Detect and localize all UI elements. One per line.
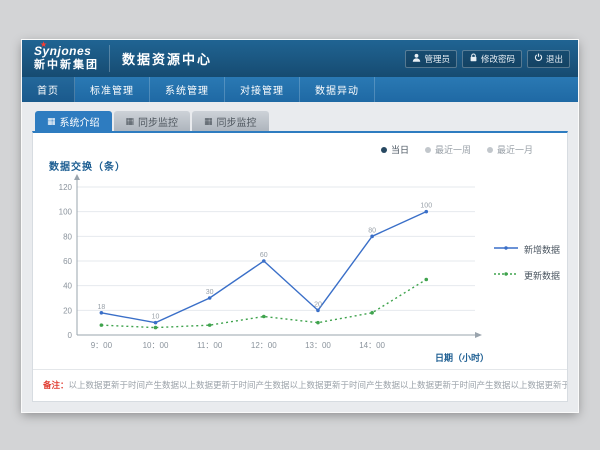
legend-dot-icon — [425, 147, 431, 153]
nav-item-1[interactable]: 标准管理 — [75, 77, 150, 102]
svg-text:80: 80 — [63, 232, 72, 241]
header-button-label: 修改密码 — [481, 53, 515, 65]
line-sample-icon — [493, 270, 519, 280]
line-chart: 0 20 40 60 80 100 120 9：00 10：00 11：00 12：00 13：00 1… — [39, 173, 491, 365]
tab-1[interactable]: ▦同步监控 — [114, 111, 191, 131]
monitor-icon: ▦ — [126, 117, 135, 126]
svg-text:20: 20 — [314, 301, 322, 308]
tab-label: 同步监控 — [217, 114, 257, 129]
series-legend-item-0: 新增数据 — [493, 243, 560, 256]
app-header: Synjones★ 新中新集团 数据资源中心 管理员 修改密码 退出 — [22, 40, 578, 77]
svg-text:9：00: 9：00 — [91, 341, 113, 350]
line-sample-icon — [493, 244, 519, 254]
filter-legend-item-0[interactable]: 当日 — [381, 143, 409, 156]
filter-legend-item-1[interactable]: 最近一周 — [425, 143, 471, 156]
filter-legend-label: 最近一周 — [435, 143, 471, 156]
svg-text:0: 0 — [68, 331, 73, 340]
note-text: 以上数据更新于时间产生数据以上数据更新于时间产生数据以上数据更新于时间产生数据以… — [69, 380, 567, 390]
company-text: 新中新集团 — [34, 59, 99, 72]
series-legend-label: 更新数据 — [524, 269, 560, 282]
nav-item-4[interactable]: 数据异动 — [300, 77, 375, 102]
svg-text:30: 30 — [206, 289, 214, 296]
series-legend: 新增数据更新数据 — [493, 243, 560, 282]
svg-text:14：00: 14：00 — [359, 341, 385, 350]
synjones-logo: Synjones★ 新中新集团 — [30, 45, 110, 71]
series-legend-label: 新增数据 — [524, 243, 560, 256]
logout-icon — [534, 53, 543, 64]
header-actions: 管理员 修改密码 退出 — [405, 50, 570, 68]
svg-text:120: 120 — [59, 183, 73, 192]
chart-row: 0 20 40 60 80 100 120 9：00 10：00 11：00 12：00 13：00 1… — [33, 173, 567, 365]
star-icon: ★ — [40, 40, 48, 49]
nav-item-2[interactable]: 系统管理 — [150, 77, 225, 102]
svg-text:10：00: 10：00 — [143, 341, 169, 350]
header-button-2[interactable]: 退出 — [527, 50, 570, 68]
page-title: 数据资源中心 — [122, 49, 212, 68]
svg-text:11：00: 11：00 — [197, 341, 223, 350]
svg-text:40: 40 — [63, 282, 72, 291]
svg-text:100: 100 — [420, 203, 432, 210]
footer-note: 备注：以上数据更新于时间产生数据以上数据更新于时间产生数据以上数据更新于时间产生… — [33, 369, 567, 401]
tab-label: 同步监控 — [138, 114, 178, 129]
tab-0[interactable]: ▦ 系统介绍 — [35, 111, 112, 131]
svg-text:12：00: 12：00 — [251, 341, 277, 350]
grid-icon: ▦ — [47, 117, 56, 126]
header-button-0[interactable]: 管理员 — [405, 50, 457, 68]
tab-bar: ▦系统介绍▦同步监控▦同步监控 — [32, 111, 568, 131]
filter-legend-item-2[interactable]: 最近一月 — [487, 143, 533, 156]
svg-text:60: 60 — [63, 257, 72, 266]
header-button-1[interactable]: 修改密码 — [462, 50, 522, 68]
header-button-label: 管理员 — [424, 53, 450, 65]
main-nav: 首页标准管理系统管理对接管理数据异动 — [22, 77, 578, 102]
y-axis-title: 数据交换（条） — [49, 158, 567, 173]
content-area: ▦系统介绍▦同步监控▦同步监控 当日最近一周最近一月 数据交换（条） 02040… — [22, 102, 578, 412]
legend-dot-icon — [381, 147, 387, 153]
brand-text: Synjones★ — [34, 45, 99, 59]
tab-2[interactable]: ▦ 同步监控 — [192, 111, 269, 131]
user-icon — [412, 53, 421, 64]
tab-label: 系统介绍 — [60, 114, 100, 129]
svg-text:13：00: 13：00 — [305, 341, 331, 350]
svg-text:100: 100 — [59, 208, 73, 217]
app-window: Synjones★ 新中新集团 数据资源中心 管理员修改密码退出 首页标准管理系… — [22, 40, 578, 412]
filter-legend-label: 当日 — [391, 143, 409, 156]
filter-legend-label: 最近一月 — [497, 143, 533, 156]
svg-text:80: 80 — [368, 227, 376, 234]
svg-text:20: 20 — [63, 306, 72, 315]
nav-item-3[interactable]: 对接管理 — [225, 77, 300, 102]
header-button-label: 退出 — [546, 53, 563, 65]
legend-dot-icon — [487, 147, 493, 153]
monitor-icon: ▦ — [204, 117, 213, 126]
lock-icon — [469, 53, 478, 64]
svg-text:60: 60 — [260, 252, 268, 259]
main-panel: 当日 最近一周 最近一月 数据交换（条） 0 20 40 60 80 100 120 9：00 10… — [32, 131, 568, 402]
svg-text:日期（小时）: 日期（小时） — [435, 352, 489, 363]
svg-text:18: 18 — [97, 304, 105, 311]
nav-item-0[interactable]: 首页 — [22, 77, 75, 102]
filter-legend: 当日 最近一周 最近一月 — [33, 143, 533, 156]
svg-text:10: 10 — [152, 314, 160, 321]
note-label: 备注： — [43, 380, 69, 390]
series-legend-item-1: 更新数据 — [493, 269, 560, 282]
